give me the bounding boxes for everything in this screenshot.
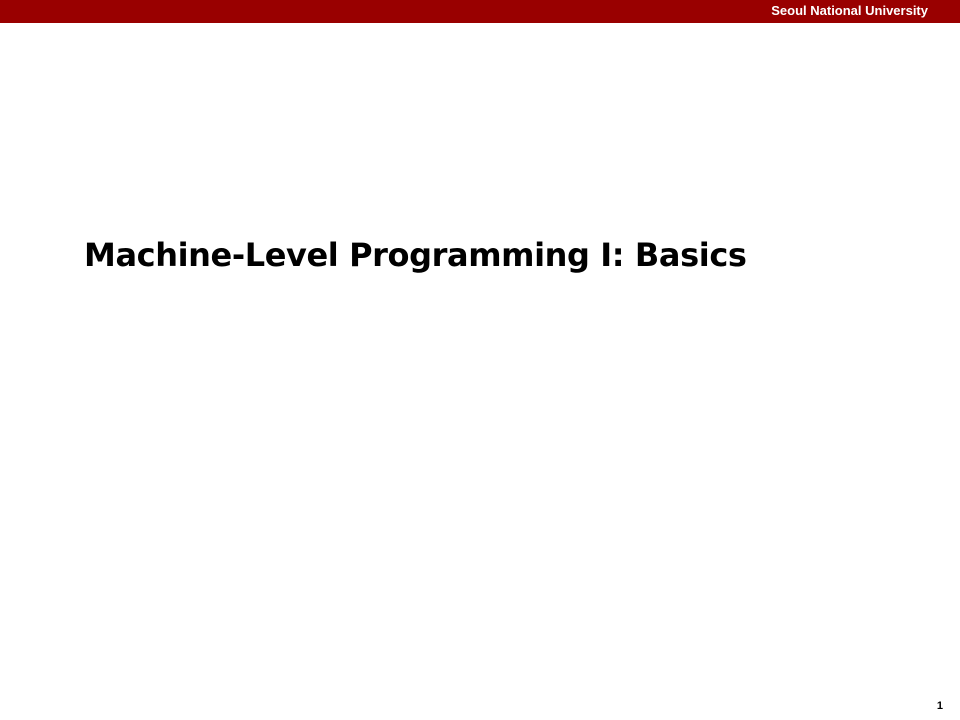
header-bar: Seoul National University (0, 0, 960, 23)
page-number: 1 (936, 700, 943, 712)
institution-name: Seoul National University (771, 3, 928, 18)
slide-title: Machine-Level Programming I: Basics (84, 236, 747, 274)
slide: Seoul National University Machine-Level … (0, 0, 960, 720)
